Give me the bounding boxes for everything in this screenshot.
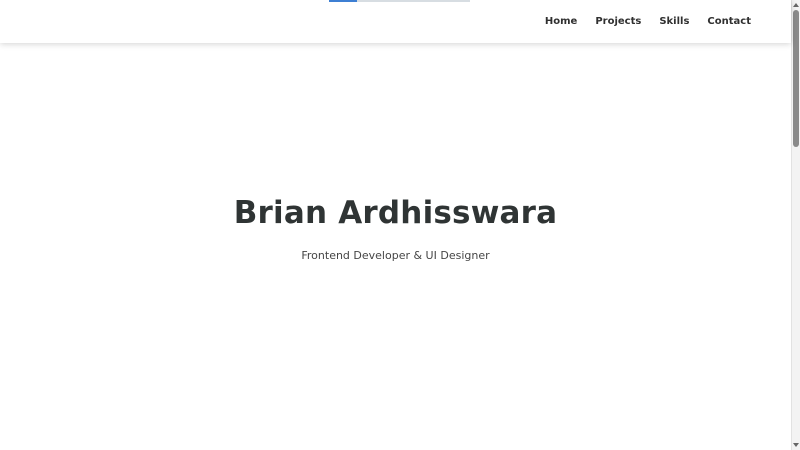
- hero-section: Brian Ardhisswara Frontend Developer & U…: [0, 43, 791, 450]
- browser-viewport: Home Projects Skills Contact Brian Ardhi…: [0, 0, 800, 450]
- site-header: Home Projects Skills Contact: [0, 0, 791, 43]
- chevron-up-icon[interactable]: [792, 0, 800, 10]
- hero-subtitle: Frontend Developer & UI Designer: [301, 249, 490, 262]
- nav-projects-link[interactable]: Projects: [595, 15, 641, 28]
- scrollbar-thumb[interactable]: [793, 10, 799, 147]
- hero-title: Brian Ardhisswara: [233, 195, 558, 231]
- nav-home-link[interactable]: Home: [545, 15, 577, 28]
- top-progress-track: [329, 0, 470, 2]
- nav-skills-link[interactable]: Skills: [659, 15, 689, 28]
- nav-contact-link[interactable]: Contact: [707, 15, 751, 28]
- portfolio-page: Home Projects Skills Contact Brian Ardhi…: [0, 0, 791, 450]
- vertical-scrollbar[interactable]: [791, 0, 800, 450]
- top-progress-fill: [329, 0, 358, 2]
- main-navigation: Home Projects Skills Contact: [545, 15, 751, 28]
- chevron-down-icon[interactable]: [792, 440, 800, 450]
